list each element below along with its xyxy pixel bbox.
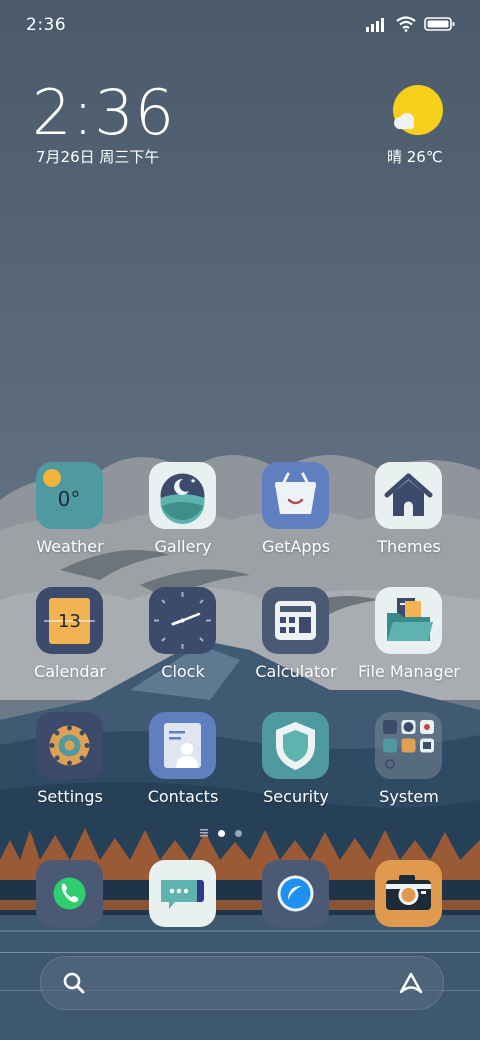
wifi-icon [396,16,416,32]
app-file-manager[interactable]: File Manager [353,587,465,697]
app-folder-system[interactable]: System [353,712,465,822]
battery-icon [424,17,455,31]
contacts-icon [149,712,216,779]
signal-icon [366,18,384,32]
weather-app-temp: 0° [58,487,81,511]
app-security[interactable]: Security [240,712,352,822]
gear-icon [36,712,103,779]
app-weather[interactable]: 0° Weather [14,462,126,572]
home-icon [375,462,442,529]
app-getapps[interactable]: GetApps [240,462,352,572]
app-label: File Manager [358,662,460,681]
folder-preview-icon [375,712,442,779]
app-label: Themes [377,537,441,556]
weather-app-icon: 0° [36,462,103,529]
svg-text:★: ★ [190,477,196,485]
sunny-weather-icon[interactable] [390,84,444,138]
status-time: 2:36 [26,15,67,35]
app-calendar[interactable]: 13 Calendar [14,587,126,697]
dock-messages[interactable] [127,860,239,970]
status-icons [366,16,456,32]
camera-icon [375,860,442,927]
clock-icon [149,587,216,654]
phone-icon [36,860,103,927]
assistant-icon[interactable] [397,970,425,996]
status-bar: 2:36 [0,0,480,50]
dock-browser[interactable] [240,860,352,970]
shield-icon [262,712,329,779]
clock-widget-date: 7月26日 周三下午 [36,148,160,166]
menu-lines-icon [200,829,208,837]
gallery-icon: ★ [149,462,216,529]
search-icon [63,972,85,994]
app-settings[interactable]: Settings [14,712,126,822]
app-clock[interactable]: Clock [127,587,239,697]
browser-icon [262,860,329,927]
weather-widget-text: 晴 26℃ [387,148,443,166]
app-contacts[interactable]: Contacts [127,712,239,822]
app-gallery[interactable]: ★ Gallery [127,462,239,572]
calculator-icon [262,587,329,654]
messages-icon [149,860,216,927]
calendar-day: 13 [58,611,81,632]
folder-icon [375,587,442,654]
page-dot-active [218,829,225,837]
page-dot [235,829,242,837]
search-bar[interactable] [40,956,444,1010]
dock-phone[interactable] [14,860,126,970]
app-calculator[interactable]: Calculator [240,587,352,697]
page-indicator[interactable] [200,829,242,837]
app-label: System [379,787,439,806]
dock-camera[interactable] [353,860,465,970]
app-themes[interactable]: Themes [353,462,465,572]
shopping-basket-icon [262,462,329,529]
calendar-icon: 13 [36,587,103,654]
clock-widget-time[interactable]: 2:36 [32,76,175,149]
